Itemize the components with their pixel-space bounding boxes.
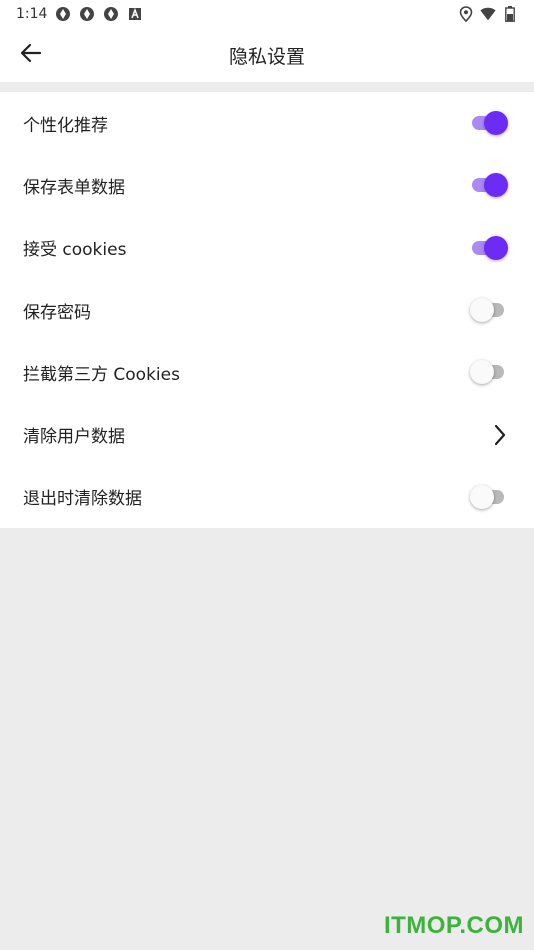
status-bar: 1:14	[0, 0, 534, 28]
setting-clear-data-on-exit[interactable]: 退出时清除数据	[0, 466, 534, 528]
chevron-right-icon	[490, 423, 510, 447]
back-button[interactable]	[12, 36, 50, 74]
watermark: ITMOP.COM	[383, 912, 524, 939]
setting-label: 退出时清除数据	[23, 489, 142, 510]
wifi-icon	[480, 6, 496, 22]
setting-block-third-party-cookies[interactable]: 拦截第三方 Cookies	[0, 341, 534, 403]
save-password-toggle[interactable]	[470, 298, 510, 323]
toggle-thumb	[484, 173, 508, 198]
location-icon	[458, 6, 474, 22]
toggle-thumb	[470, 298, 494, 323]
screen: 1:14 隐私设置 个性化推荐 保存表单数据 接受 cookies 保存密码 拦…	[0, 0, 534, 950]
toggle-thumb	[484, 235, 508, 260]
setting-save-form-data[interactable]: 保存表单数据	[0, 154, 534, 216]
setting-label: 接受 cookies	[23, 240, 127, 261]
a-badge-icon	[127, 6, 143, 22]
page-title: 隐私设置	[228, 45, 305, 68]
setting-label: 保存表单数据	[23, 177, 125, 198]
arrow-left-icon	[19, 41, 43, 69]
sync-icon	[103, 6, 119, 22]
toggle-thumb	[470, 360, 494, 385]
setting-label: 清除用户数据	[23, 427, 125, 448]
battery-icon	[502, 6, 518, 22]
block-third-party-cookies-toggle[interactable]	[470, 360, 510, 385]
setting-label: 个性化推荐	[23, 115, 108, 136]
accept-cookies-toggle[interactable]	[470, 235, 510, 260]
app-bar: 隐私设置	[0, 28, 534, 82]
setting-clear-user-data[interactable]: 清除用户数据	[0, 403, 534, 465]
toggle-thumb	[484, 111, 508, 136]
clear-data-on-exit-toggle[interactable]	[470, 484, 510, 509]
setting-label: 拦截第三方 Cookies	[23, 364, 180, 385]
toggle-thumb	[470, 484, 494, 509]
setting-label: 保存密码	[23, 302, 91, 323]
setting-save-password[interactable]: 保存密码	[0, 279, 534, 341]
settings-list: 个性化推荐 保存表单数据 接受 cookies 保存密码 拦截第三方 Cooki…	[0, 92, 534, 529]
personalized-recommendation-toggle[interactable]	[470, 111, 510, 136]
sync-icon	[55, 6, 71, 22]
status-time: 1:14	[16, 6, 48, 22]
sync-icon	[79, 6, 95, 22]
setting-accept-cookies[interactable]: 接受 cookies	[0, 217, 534, 279]
status-right	[458, 6, 518, 22]
setting-personalized-recommendation[interactable]: 个性化推荐	[0, 92, 534, 154]
status-left: 1:14	[16, 6, 143, 22]
save-form-data-toggle[interactable]	[470, 173, 510, 198]
